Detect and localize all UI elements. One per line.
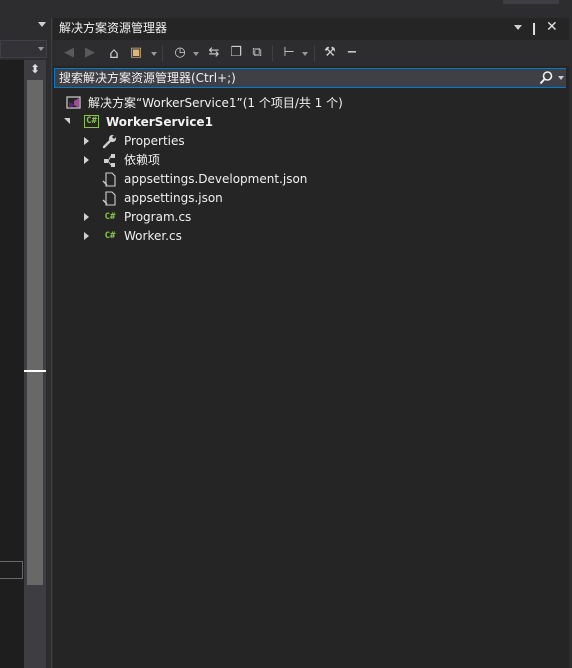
csharp-file-icon: C# — [104, 231, 116, 241]
search-input[interactable] — [59, 69, 529, 87]
collapsed-arrow-icon — [84, 232, 89, 240]
switch-views-dropdown-icon[interactable] — [151, 52, 157, 56]
dependencies-icon — [104, 154, 115, 167]
csharp-project-icon: C# — [84, 115, 99, 128]
split-window-icon[interactable]: ⬍ — [28, 62, 42, 76]
forward-icon[interactable]: ▶ — [83, 44, 97, 62]
collapse-all-icon[interactable]: ❐ — [228, 44, 244, 62]
tab-dropdown-icon[interactable] — [38, 22, 46, 27]
expander[interactable] — [63, 113, 73, 132]
tree-item-appsettings[interactable]: appsettings.json — [55, 189, 555, 208]
editor-tab-bar — [0, 18, 50, 38]
view-class-diagram-icon[interactable]: ⊢ — [281, 44, 297, 62]
chevron-down-icon — [558, 76, 564, 80]
sync-icon[interactable]: ⇆ — [206, 44, 222, 62]
scrollbar-caret-marker — [24, 370, 46, 372]
filter-dropdown-icon[interactable] — [193, 52, 199, 56]
collapsed-arrow-icon — [84, 156, 89, 164]
tree-item-label: Properties — [124, 134, 185, 148]
tree-item-project[interactable]: C# WorkerService1 — [55, 113, 555, 132]
solution-icon — [66, 96, 81, 109]
window-position-dropdown-icon[interactable] — [514, 25, 522, 30]
json-file-icon — [102, 172, 116, 187]
toolbar-separator — [314, 45, 315, 61]
back-icon[interactable]: ◀ — [62, 44, 76, 62]
collapsed-arrow-icon — [84, 137, 89, 145]
expander[interactable] — [82, 208, 92, 227]
search-icon[interactable] — [538, 70, 554, 86]
tree-item-label: 解决方案“WorkerService1”(1 个项目/共 1 个) — [88, 96, 343, 110]
properties-wrench-icon[interactable]: ⚒ — [322, 44, 338, 62]
tree-item-program-cs[interactable]: C# Program.cs — [55, 208, 555, 227]
switch-views-icon[interactable]: ▣ — [128, 44, 144, 62]
tree-item-label: appsettings.Development.json — [124, 172, 308, 186]
panel-divider[interactable] — [51, 18, 52, 668]
show-all-files-icon[interactable]: ⧉ — [249, 44, 265, 62]
expander[interactable] — [82, 227, 92, 246]
json-file-icon — [102, 191, 116, 206]
tree-item-solution[interactable]: 解决方案“WorkerService1”(1 个项目/共 1 个) — [55, 94, 555, 113]
toolbar-separator — [272, 45, 273, 61]
close-icon[interactable]: ✕ — [546, 19, 558, 35]
tree-item-worker-cs[interactable]: C# Worker.cs — [55, 227, 555, 246]
tree-item-label: appsettings.json — [124, 191, 223, 205]
panel-title: 解决方案资源管理器 — [59, 21, 168, 35]
tree-item-label: 依赖项 — [124, 153, 161, 167]
class-diagram-dropdown-icon[interactable] — [302, 52, 308, 56]
document-tab-overflow[interactable] — [503, 0, 559, 4]
preview-icon[interactable]: − — [344, 44, 360, 62]
editor-scrollbar-thumb[interactable] — [27, 80, 43, 585]
toolbar-separator — [162, 45, 163, 61]
tree-item-dependencies[interactable]: 依赖项 — [55, 151, 555, 170]
collapsed-arrow-icon — [84, 213, 89, 221]
expander[interactable] — [82, 151, 92, 170]
search-box — [54, 68, 566, 88]
pending-changes-filter-icon[interactable]: ◷ — [172, 44, 188, 62]
pin-icon[interactable]: ❙ — [529, 20, 539, 36]
tree-item-label: Worker.cs — [124, 229, 182, 243]
tree-item-label: Program.cs — [124, 210, 192, 224]
expander[interactable] — [82, 132, 92, 151]
csharp-file-icon: C# — [104, 212, 116, 222]
expanded-arrow-icon — [64, 118, 70, 124]
tree-item-appsettings-development[interactable]: appsettings.Development.json — [55, 170, 555, 189]
wrench-icon — [102, 134, 117, 149]
search-options-dropdown[interactable] — [556, 69, 566, 87]
home-icon[interactable]: ⌂ — [106, 44, 122, 62]
navigation-dropdown-icon[interactable] — [38, 47, 44, 51]
tree-item-label: WorkerService1 — [106, 115, 213, 129]
editor-zoom-box[interactable] — [0, 561, 23, 579]
tree-item-properties[interactable]: Properties — [55, 132, 555, 151]
